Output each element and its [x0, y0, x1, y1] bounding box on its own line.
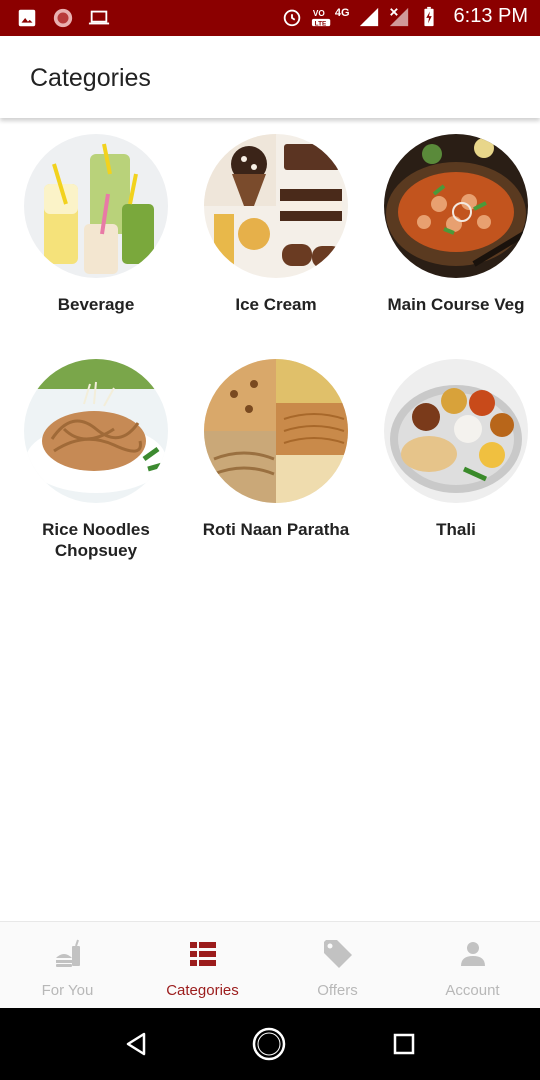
nav-label: For You: [41, 982, 94, 999]
category-thali[interactable]: Thali: [366, 359, 540, 540]
status-left-icons: [16, 7, 110, 29]
circle-app-icon: [53, 8, 73, 28]
category-label: Thali: [436, 520, 476, 539]
nav-for-you[interactable]: For You: [0, 922, 135, 1008]
nav-label: Categories: [166, 982, 239, 999]
app-bar: Categories: [0, 36, 540, 118]
category-label: Main Course Veg: [387, 295, 525, 314]
roti-naan-image: [204, 359, 348, 503]
svg-text:LTE: LTE: [314, 20, 326, 27]
signal-x-icon: [389, 7, 408, 26]
category-label: Rice Noodles Chopsuey: [42, 520, 150, 560]
laptop-icon: [88, 10, 110, 25]
category-label: Ice Cream: [235, 295, 317, 314]
nav-account[interactable]: Account: [405, 922, 540, 1008]
status-right-icons: VO LTE 4G 6:13 PM: [281, 5, 528, 28]
battery-charging-icon: [423, 6, 434, 26]
main-course-veg-image: [384, 134, 528, 278]
food-drink-icon: [55, 939, 80, 967]
recents-icon[interactable]: [386, 1026, 422, 1062]
beverage-image: [24, 134, 168, 278]
tag-icon: [323, 940, 352, 968]
nav-offers[interactable]: Offers: [270, 922, 405, 1008]
status-bar: VO LTE 4G 6:13 PM: [0, 0, 540, 36]
nav-label: Offers: [317, 982, 358, 999]
back-icon[interactable]: [118, 1026, 154, 1062]
thali-image: [384, 359, 528, 503]
alarm-icon: [283, 9, 301, 26]
image-icon: [18, 9, 36, 27]
network-type: 4G: [334, 6, 350, 19]
nav-categories[interactable]: Categories: [135, 922, 270, 1008]
ice-cream-image: [204, 134, 348, 278]
category-rice-noodles[interactable]: Rice Noodles Chopsuey: [6, 359, 186, 561]
signal-icon: [359, 7, 378, 26]
category-ice-cream[interactable]: Ice Cream: [186, 134, 366, 315]
nav-label: Account: [445, 982, 500, 999]
bottom-navigation: For You Categories Offers Account: [0, 921, 540, 1008]
svg-text:VO: VO: [313, 9, 326, 18]
category-roti-naan[interactable]: Roti Naan Paratha: [186, 359, 366, 540]
rice-noodles-image: [24, 359, 168, 503]
clock-time: 6:13 PM: [453, 5, 528, 27]
category-beverage[interactable]: Beverage: [6, 134, 186, 315]
category-main-course-veg[interactable]: Main Course Veg: [366, 134, 540, 315]
system-navigation-bar: [0, 1008, 540, 1080]
volte-icon: VO LTE: [311, 9, 331, 27]
page-title: Categories: [30, 64, 151, 92]
home-icon[interactable]: [251, 1026, 287, 1062]
person-icon: [460, 942, 485, 966]
category-label: Roti Naan Paratha: [202, 520, 350, 539]
category-label: Beverage: [57, 295, 135, 314]
list-icon: [189, 942, 216, 966]
